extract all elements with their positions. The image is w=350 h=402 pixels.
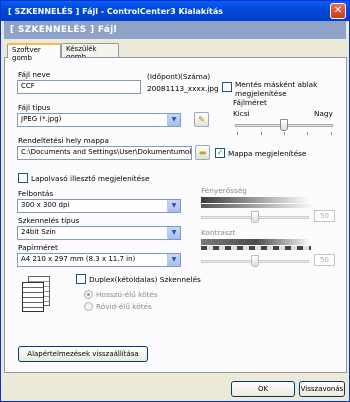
tab-software-button[interactable]: Szoftver gomb — [7, 43, 61, 62]
file-size-tick — [331, 132, 332, 135]
long-edge-radio[interactable] — [84, 290, 93, 299]
file-name-input[interactable]: CCF — [17, 80, 141, 94]
file-type-label: Fájl típus — [18, 103, 51, 112]
save-as-dialog-checkbox[interactable] — [222, 82, 232, 92]
brightness-slider[interactable] — [251, 211, 259, 223]
show-scanner-interface-checkbox[interactable] — [18, 173, 28, 183]
short-edge-radio[interactable] — [84, 302, 93, 311]
file-size-tick — [307, 132, 308, 135]
file-type-select[interactable]: JPEG (*.jpg) ▼ — [17, 113, 181, 127]
file-size-small-label: Kicsi — [233, 109, 250, 118]
brightness-gradient — [201, 197, 311, 203]
duplex-page-icon — [22, 276, 52, 312]
long-edge-label: Hosszú-élű kötés — [96, 290, 158, 299]
resolution-select[interactable]: 300 x 300 dpi ▼ — [17, 199, 181, 213]
contrast-slider[interactable] — [251, 255, 259, 267]
file-size-tick — [284, 132, 285, 135]
cancel-button[interactable]: Visszavonás — [299, 381, 345, 397]
scan-type-value: 24bit Szín — [21, 228, 56, 236]
scan-type-select[interactable]: 24bit Szín ▼ — [17, 226, 181, 240]
paper-size-value: A4 210 x 297 mm (8.3 x 11.7 in) — [21, 255, 136, 263]
number-label: (Száma) — [180, 72, 211, 81]
show-folder-label: Mappa megjelenítése — [228, 149, 307, 158]
show-scanner-interface-label: Lapolvasó illesztő megjelenítése — [31, 174, 150, 183]
chevron-down-icon: ▼ — [167, 227, 180, 239]
folder-icon: ▬ — [198, 148, 207, 157]
paper-size-select[interactable]: A4 210 x 297 mm (8.3 x 11.7 in) ▼ — [17, 253, 181, 267]
timestamp-label: (Időpont) — [147, 72, 181, 81]
show-folder-checkbox[interactable]: ✓ — [215, 148, 225, 158]
brightness-value-field[interactable]: 50 — [314, 210, 335, 222]
duplex-scan-checkbox[interactable] — [76, 274, 86, 284]
close-button[interactable]: ✕ — [330, 3, 346, 19]
file-type-settings-button[interactable]: ✎ — [194, 112, 209, 127]
file-size-slider[interactable] — [280, 119, 288, 131]
resolution-value: 300 x 300 dpi — [21, 201, 70, 209]
chevron-down-icon: ▼ — [167, 200, 180, 212]
tab-panel — [4, 57, 347, 373]
file-size-large-label: Nagy — [314, 109, 333, 118]
file-name-label: Fájl neve — [18, 70, 51, 79]
duplex-scan-label: Duplex(kétoldalas) Szkennelés — [89, 275, 201, 284]
chevron-down-icon: ▼ — [167, 254, 180, 266]
dialog-window: [ SZKENNELÉS ] Fájl - ControlCenter3 Kia… — [0, 0, 350, 402]
restore-defaults-button[interactable]: Alapértelmezések visszaállítása — [18, 346, 148, 362]
resolution-label: Felbontás — [18, 189, 54, 198]
short-edge-label: Rövid-élű kötés — [96, 302, 152, 311]
file-size-tick — [237, 132, 238, 135]
file-size-tick — [261, 132, 262, 135]
scan-type-label: Szkennelés típus — [18, 216, 80, 225]
contrast-value-field[interactable]: 50 — [314, 254, 335, 266]
tab-device-button[interactable]: Készülék gomb — [61, 43, 119, 61]
dialog-banner: [ SZKENNELÉS ] Fájl — [4, 21, 346, 39]
contrast-gradient — [201, 239, 311, 245]
brightness-label: Fényerősség — [201, 186, 247, 195]
chevron-down-icon: ▼ — [167, 114, 180, 126]
title-bar[interactable]: [ SZKENNELÉS ] Fájl - ControlCenter3 Kia… — [1, 1, 349, 21]
browse-folder-button[interactable]: ▬ — [195, 145, 210, 160]
wrench-icon: ✎ — [198, 115, 205, 124]
destination-folder-input[interactable]: C:\Documents and Settings\User\Dokumentu… — [17, 146, 192, 160]
brightness-gradient-2 — [201, 204, 311, 208]
file-size-label: Fájlméret — [233, 98, 267, 107]
save-as-dialog-label: Mentés másként ablak megjelenítése — [235, 80, 318, 98]
window-title: [ SZKENNELÉS ] Fájl - ControlCenter3 Kia… — [8, 6, 223, 16]
contrast-label: Kontraszt — [201, 228, 236, 237]
filename-preview: 20081113_xxxx.jpg — [147, 84, 219, 93]
contrast-gradient-2 — [201, 246, 311, 250]
ok-button[interactable]: OK — [231, 381, 295, 397]
destination-folder-label: Rendeltetési hely mappa — [18, 136, 109, 145]
paper-size-label: Papírméret — [18, 243, 58, 252]
file-type-value: JPEG (*.jpg) — [21, 115, 62, 123]
